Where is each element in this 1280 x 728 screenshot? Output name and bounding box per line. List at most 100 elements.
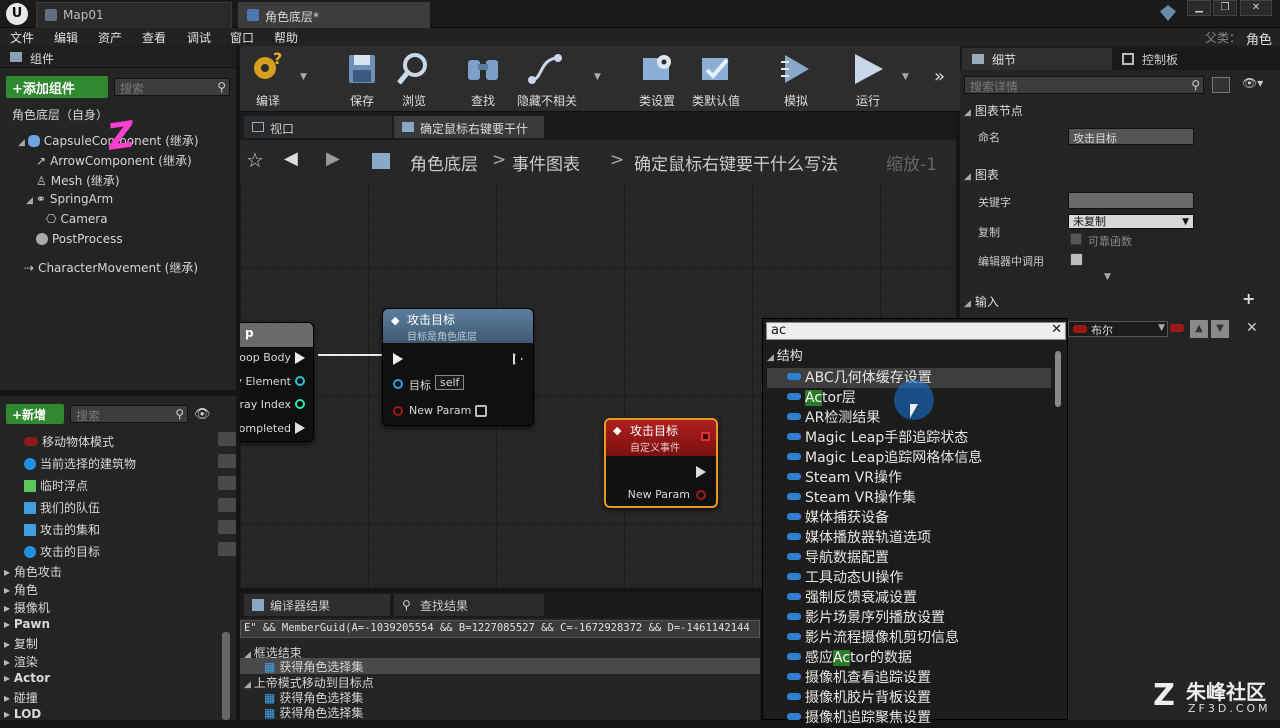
window-tab-blueprint[interactable]: 角色底层* [238, 2, 430, 28]
breadcrumb-item[interactable]: 事件图表 [512, 150, 580, 175]
replicate-dropdown[interactable]: 未复制 ▼ [1068, 214, 1194, 229]
property-matrix-icon[interactable] [1212, 77, 1230, 93]
type-option[interactable]: 工具动态UI操作 [767, 568, 1051, 588]
type-option[interactable]: 摄像机追踪聚焦设置 [767, 708, 1051, 728]
advanced-expand-icon[interactable]: ▼ [1104, 272, 1111, 282]
component-springarm[interactable]: ◢ ⚭ SpringArm [26, 192, 113, 206]
view-options-eye-icon[interactable]: 👁 [194, 407, 211, 422]
category-row[interactable]: ▸ Actor [4, 671, 50, 685]
dropdown-scrollbar[interactable] [1055, 351, 1061, 407]
tab-palette[interactable]: 控制板 [1116, 48, 1266, 70]
clear-search-icon[interactable]: ✕ [1051, 322, 1062, 337]
type-option[interactable]: 感应Actor的数据 [767, 648, 1051, 668]
menu-edit[interactable]: 编辑 [54, 29, 78, 46]
exec-output-pin-icon[interactable] [696, 466, 706, 478]
section-inputs[interactable]: ◢ 输入 [964, 293, 999, 310]
close-window-button[interactable]: ✕ [1240, 0, 1272, 16]
variable-row[interactable]: 攻击的目标 [24, 542, 236, 560]
menu-debug[interactable]: 调试 [187, 29, 211, 46]
variable-row[interactable]: 当前选择的建筑物 [24, 454, 236, 472]
category-row[interactable]: ▸ 摄像机 [4, 599, 50, 616]
component-camera[interactable]: ⎔ Camera [46, 212, 108, 226]
class-defaults-button[interactable]: 类默认值 [685, 50, 747, 109]
type-option[interactable]: 摄像机查看追踪设置 [767, 668, 1051, 688]
maximize-button[interactable]: ❐ [1213, 0, 1237, 16]
hide-unrelated-button[interactable]: 隐藏不相关 [512, 50, 582, 109]
type-option[interactable]: Steam VR操作集 [767, 488, 1051, 508]
variable-visibility-icon[interactable] [218, 476, 236, 490]
menu-help[interactable]: 帮助 [274, 29, 298, 46]
hide-options-chevron-icon[interactable]: ▼ [594, 72, 601, 82]
play-button[interactable]: 运行 [840, 50, 896, 109]
play-options-chevron-icon[interactable]: ▼ [902, 72, 909, 82]
custom-event-node[interactable]: ◆ 攻击目标 自定义事件 New Param [604, 418, 718, 508]
category-row[interactable]: ▸ 渲染 [4, 653, 38, 670]
exec-input-pin-icon[interactable] [393, 353, 403, 365]
variable-row[interactable]: 临时浮点 [24, 476, 236, 494]
move-down-button[interactable]: ▼ [1211, 320, 1229, 338]
tab-find-results[interactable]: ⚲ 查找结果 [394, 594, 544, 616]
reliable-checkbox[interactable] [1070, 233, 1082, 245]
component-postprocess[interactable]: PostProcess [36, 232, 123, 246]
keyword-input[interactable] [1068, 192, 1194, 209]
tab-compiler-results[interactable]: 编译器结果 [244, 594, 390, 616]
variable-visibility-icon[interactable] [218, 520, 236, 534]
category-row[interactable]: ▸ Pawn [4, 617, 50, 631]
compile-options-chevron-icon[interactable]: ▼ [300, 72, 307, 82]
move-up-button[interactable]: ▲ [1190, 320, 1208, 338]
type-option[interactable]: 强制反馈衰减设置 [767, 588, 1051, 608]
section-graph-node[interactable]: ◢ 图表节点 [964, 102, 1023, 119]
type-option[interactable]: 导航数据配置 [767, 548, 1051, 568]
result-item[interactable]: ▦ 获得角色选择集 [264, 704, 363, 721]
component-root[interactable]: 角色底层（自身） [12, 106, 108, 123]
type-option[interactable]: 媒体捕获设备 [767, 508, 1051, 528]
target-pin-icon[interactable] [393, 379, 403, 389]
foreach-loop-node[interactable]: p Loop Body y Element rray Index Complet… [240, 322, 314, 442]
menu-view[interactable]: 查看 [142, 29, 166, 46]
variable-row[interactable]: 移动物体模式 [24, 432, 236, 450]
remove-input-icon[interactable]: ✕ [1246, 320, 1258, 336]
bool-checkbox[interactable] [475, 405, 487, 417]
type-option[interactable]: 媒体播放器轨道选项 [767, 528, 1051, 548]
window-tab-map[interactable]: Map01 [36, 2, 232, 28]
forward-arrow-icon[interactable]: ▶ [326, 148, 340, 169]
save-button[interactable]: 保存 [334, 50, 390, 109]
category-row[interactable]: ▸ 碰撞 [4, 689, 38, 706]
type-option[interactable]: 影片流程摄像机剪切信息 [767, 628, 1051, 648]
type-option[interactable]: Steam VR操作 [767, 468, 1051, 488]
variable-row[interactable]: 攻击的集和 [24, 520, 236, 538]
result-item-selected[interactable]: ▦ 获得角色选择集 [240, 658, 760, 674]
breadcrumb-item[interactable]: 角色底层 [410, 150, 478, 175]
menu-asset[interactable]: 资产 [98, 29, 122, 46]
type-option[interactable]: Magic Leap追踪网格体信息 [767, 448, 1051, 468]
add-component-button[interactable]: +添加组件 [6, 76, 108, 98]
source-control-icon[interactable] [1160, 5, 1176, 21]
type-option[interactable]: 影片场景序列播放设置 [767, 608, 1051, 628]
components-search-input[interactable]: 搜索 ⚲ [114, 78, 230, 96]
object-pin-icon[interactable] [295, 376, 305, 386]
class-settings-button[interactable]: 类设置 [629, 50, 685, 109]
delegate-pin-icon[interactable] [701, 432, 710, 441]
exec-pin-icon[interactable] [295, 352, 305, 364]
find-query-input[interactable]: E" && MemberGuid(A=-1039205554 && B=1227… [240, 620, 760, 638]
name-input[interactable]: 攻击目标 [1068, 128, 1194, 145]
exec-output-pin-icon[interactable] [513, 353, 523, 365]
type-option[interactable]: Magic Leap手部追踪状态 [767, 428, 1051, 448]
tab-details[interactable]: 细节 [962, 48, 1112, 70]
favorite-star-icon[interactable]: ☆ [246, 148, 264, 172]
call-in-editor-checkbox[interactable] [1070, 253, 1083, 266]
component-charactermovement[interactable]: ⇢ CharacterMovement (继承) [24, 259, 198, 276]
variable-visibility-icon[interactable] [218, 454, 236, 468]
menu-window[interactable]: 窗口 [230, 29, 254, 46]
group-structure[interactable]: ◢ 结构 [767, 347, 803, 367]
breadcrumb-item[interactable]: 确定鼠标右键要干什么写法 [634, 150, 838, 175]
attack-target-function-node[interactable]: ◆ 攻击目标 目标是角色底层 目标 self New Param [382, 308, 534, 426]
panel-scrollbar[interactable] [222, 632, 230, 720]
type-option[interactable]: 摄像机胶片背板设置 [767, 688, 1051, 708]
add-new-button[interactable]: +新增 [6, 404, 64, 424]
variable-row[interactable]: 我们的队伍 [24, 498, 236, 516]
bool-pin-icon[interactable] [696, 490, 706, 500]
toolbar-overflow-icon[interactable]: » [934, 66, 945, 87]
back-arrow-icon[interactable]: ◀ [284, 148, 298, 169]
variable-visibility-icon[interactable] [218, 432, 236, 446]
